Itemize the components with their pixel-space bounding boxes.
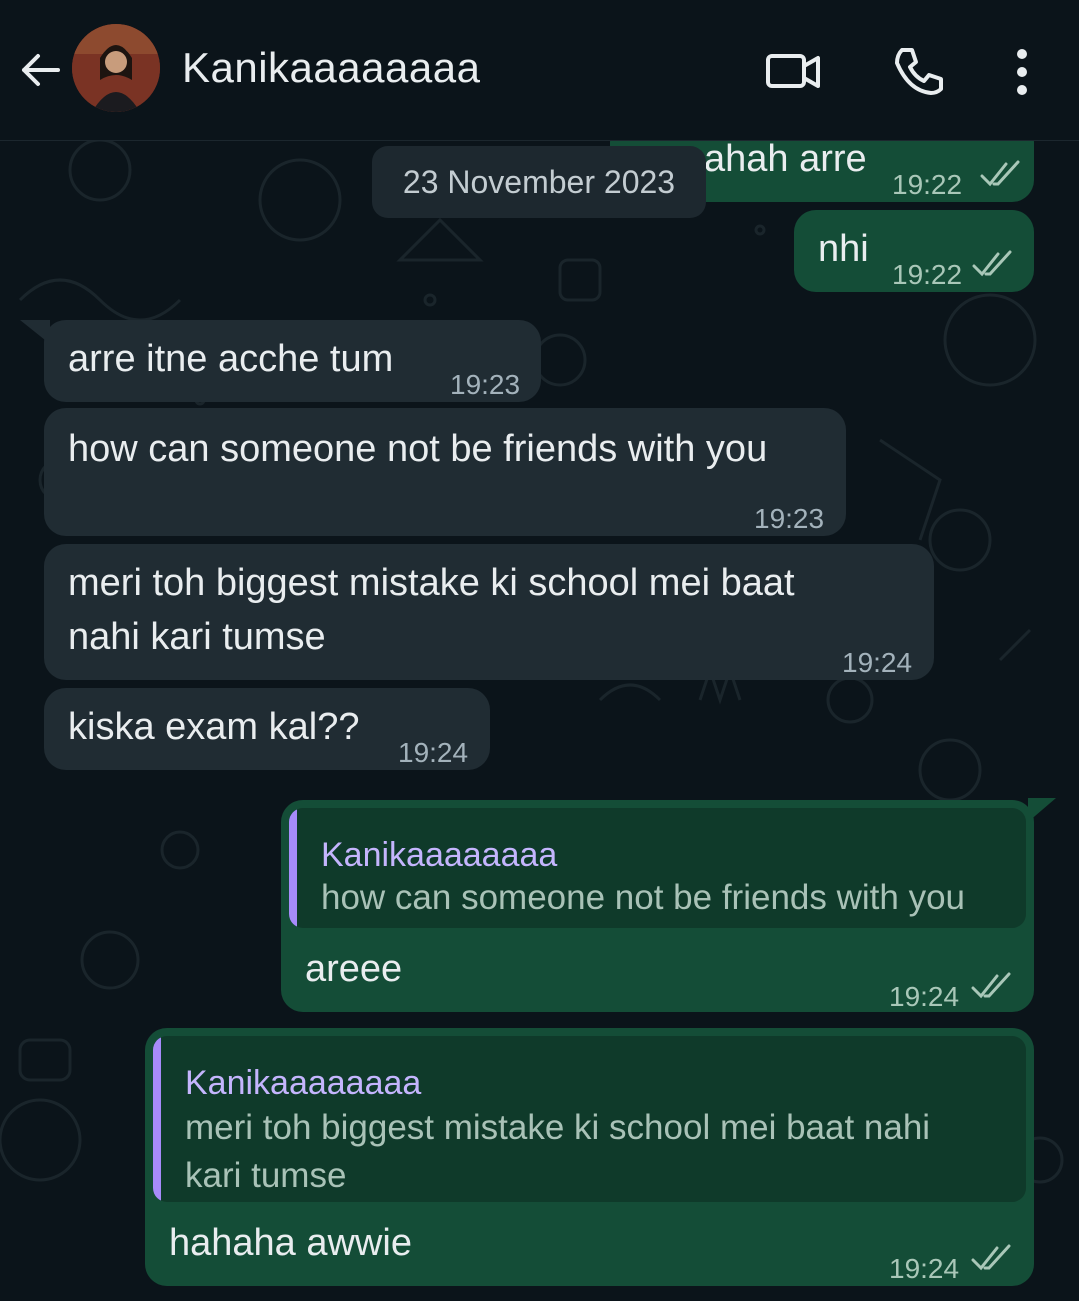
more-options-icon[interactable] [992, 42, 1052, 102]
message-time: 19:24 [889, 981, 960, 1012]
read-receipt-icon [980, 160, 1020, 187]
quoted-text: how can someone not be friends with you [321, 878, 965, 917]
contact-name[interactable]: Kanikaaaaaaaa [182, 44, 480, 92]
message-text: kiska exam kal?? [68, 706, 360, 748]
message-time: 19:23 [754, 503, 825, 534]
quote-accent-bar [153, 1036, 161, 1202]
quoted-text-line: meri toh biggest mistake ki school mei b… [185, 1108, 931, 1147]
quoted-message[interactable]: Kanikaaaaaaaa how can someone not be fri… [289, 808, 1026, 928]
contact-avatar[interactable] [72, 24, 160, 112]
message-text-line: meri toh biggest mistake ki school mei b… [68, 562, 795, 604]
chat-header: Kanikaaaaaaaa [0, 0, 1079, 141]
message-bubble-incoming[interactable]: meri toh biggest mistake ki school mei b… [44, 544, 934, 680]
message-text: nhi [818, 228, 869, 270]
message-text: arre itne acche tum [68, 338, 394, 380]
message-time: 19:24 [398, 737, 469, 768]
message-time: 19:24 [842, 647, 913, 678]
message-time: 19:24 [889, 1253, 960, 1284]
message-text: hahaha awwie [169, 1222, 412, 1264]
message-bubble-incoming[interactable]: arre itne acche tum 19:23 [44, 320, 541, 402]
message-text: areee [305, 948, 403, 990]
message-time: 19:23 [450, 369, 521, 400]
message-bubble-outgoing[interactable]: nhi 19:22 [794, 210, 1034, 292]
read-receipt-icon [971, 1244, 1011, 1271]
message-text: how can someone not be friends with you [68, 428, 768, 470]
message-bubble-incoming[interactable]: kiska exam kal?? 19:24 [44, 688, 490, 770]
quote-accent-bar [289, 808, 297, 928]
read-receipt-icon [971, 972, 1011, 999]
message-bubble-outgoing-reply[interactable]: Kanikaaaaaaaa meri toh biggest mistake k… [145, 1028, 1034, 1286]
bubble-tail [20, 320, 50, 344]
read-receipt-icon [972, 250, 1012, 277]
message-text-line: nahi kari tumse [68, 616, 326, 658]
date-divider: 23 November 2023 [372, 146, 706, 218]
back-arrow-icon[interactable] [18, 48, 62, 92]
quoted-text-line: kari tumse [185, 1156, 347, 1195]
video-call-icon[interactable] [764, 42, 824, 102]
message-bubble-outgoing-reply[interactable]: Kanikaaaaaaaa how can someone not be fri… [281, 800, 1034, 1012]
bubble-tail [1028, 798, 1056, 822]
message-bubble-incoming[interactable]: how can someone not be friends with you … [44, 408, 846, 536]
message-time: 19:22 [892, 169, 963, 200]
quoted-sender-name: Kanikaaaaaaaa [185, 1064, 422, 1102]
quoted-message[interactable]: Kanikaaaaaaaa meri toh biggest mistake k… [153, 1036, 1026, 1202]
voice-call-icon[interactable] [888, 42, 948, 102]
message-time: 19:22 [892, 259, 963, 290]
